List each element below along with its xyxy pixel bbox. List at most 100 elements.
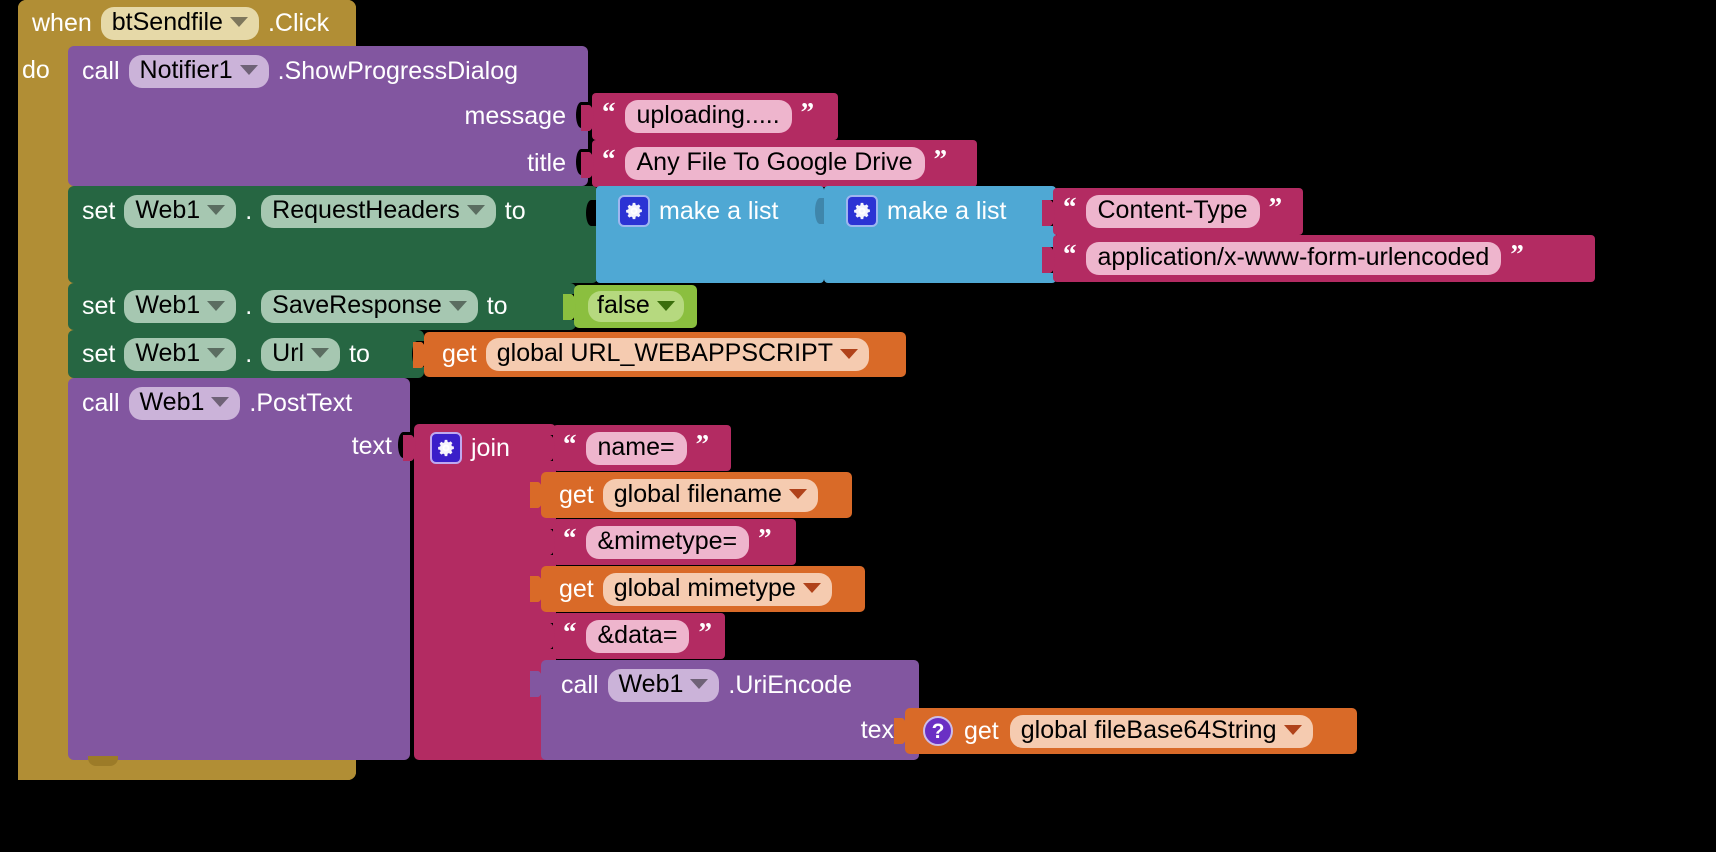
chevron-down-icon[interactable]: [207, 205, 226, 215]
make-a-list-inner-label: make a list: [887, 196, 1007, 225]
chevron-down-icon[interactable]: [207, 300, 226, 311]
set-component-dropdown[interactable]: Web1: [124, 337, 237, 371]
set-component-label: Web1: [135, 195, 201, 224]
question-mark-icon[interactable]: ?: [923, 716, 953, 746]
getter-block-url-webappscript[interactable]: get global URL_WEBAPPSCRIPT: [413, 332, 906, 377]
set-web1-save-response-block[interactable]: set Web1 . SaveResponse to: [68, 283, 577, 330]
set-component-dropdown[interactable]: Web1: [124, 290, 237, 323]
text-value-data-param[interactable]: &data=: [585, 619, 690, 653]
text-block-content-type-value[interactable]: “ application/x-www-form-urlencoded ”: [1042, 235, 1595, 282]
text-block-mimetype-param[interactable]: “ &mimetype= ”: [542, 519, 796, 565]
set-web1-request-headers-block[interactable]: set Web1 . RequestHeaders to: [68, 186, 599, 283]
event-component-label: btSendfile: [111, 7, 223, 36]
web1-post-text-block[interactable]: call Web1 .PostText text: [68, 378, 411, 760]
text-block-any-file-to-google-drive[interactable]: “ Any File To Google Drive ”: [581, 140, 977, 187]
plug-left: [530, 671, 543, 697]
chevron-down-icon[interactable]: [840, 348, 858, 359]
chevron-down-icon[interactable]: [466, 205, 485, 215]
set-property-dropdown[interactable]: RequestHeaders: [261, 194, 496, 228]
dot-separator: .: [245, 339, 253, 368]
dot-separator: .: [245, 292, 253, 320]
chevron-down-icon[interactable]: [229, 17, 248, 27]
text-value-title[interactable]: Any File To Google Drive: [624, 147, 925, 180]
chevron-down-icon[interactable]: [1283, 725, 1302, 735]
uri-encode-method-label: .UriEncode: [728, 670, 853, 699]
make-a-list-outer-row[interactable]: make a list: [596, 186, 824, 236]
post-text-call-header[interactable]: call Web1 .PostText: [68, 378, 410, 428]
getter-variable-dropdown[interactable]: global filename: [602, 478, 818, 512]
text-value-mimetype-param[interactable]: &mimetype=: [585, 525, 750, 559]
set-request-headers-row[interactable]: set Web1 . RequestHeaders to: [68, 186, 598, 236]
chevron-down-icon[interactable]: [656, 300, 675, 311]
chevron-down-icon[interactable]: [311, 348, 330, 358]
getter-variable-dropdown[interactable]: global URL_WEBAPPSCRIPT: [485, 338, 869, 371]
event-block-header[interactable]: when btSendfile .Click: [18, 0, 356, 46]
set-property-dropdown[interactable]: SaveResponse: [261, 290, 478, 323]
chevron-down-icon[interactable]: [690, 679, 709, 689]
open-quote-icon: “: [602, 97, 616, 127]
text-block-content-type[interactable]: “ Content-Type ”: [1042, 188, 1303, 235]
uri-encode-header-row[interactable]: call Web1 .UriEncode: [530, 660, 919, 710]
getter-variable-label: global URL_WEBAPPSCRIPT: [496, 339, 833, 367]
gear-icon[interactable]: [618, 195, 650, 227]
when-keyword: when: [32, 8, 92, 37]
plug-left: [581, 105, 594, 131]
getter-block-filename[interactable]: get global filename: [530, 472, 852, 518]
make-a-list-outer-block[interactable]: make a list: [596, 186, 825, 283]
chevron-down-icon[interactable]: [207, 348, 226, 358]
chevron-down-icon[interactable]: [788, 489, 807, 499]
make-a-list-inner-row[interactable]: make a list: [824, 186, 1056, 236]
set-web1-url-block[interactable]: set Web1 . Url to: [68, 330, 425, 378]
getter-block-mimetype[interactable]: get global mimetype: [530, 566, 865, 612]
plug-left: [581, 152, 594, 178]
getter-block-file-base64-string[interactable]: ? get global fileBase64String: [894, 708, 1357, 754]
text-block-data-param[interactable]: “ &data= ”: [542, 613, 725, 659]
gear-icon[interactable]: [430, 432, 462, 464]
set-component-dropdown[interactable]: Web1: [124, 194, 237, 228]
arg-label-message: message: [464, 102, 566, 130]
event-component-dropdown[interactable]: btSendfile: [100, 6, 259, 40]
set-property-dropdown[interactable]: Url: [261, 337, 341, 371]
chevron-down-icon[interactable]: [211, 397, 230, 407]
open-quote-icon: “: [563, 428, 577, 459]
close-quote-icon: ”: [800, 97, 815, 127]
blocks-canvas[interactable]: when btSendfile .Click do call Notifier1…: [0, 0, 1716, 852]
gear-icon[interactable]: [846, 195, 878, 227]
notifier-call-header[interactable]: call Notifier1 .ShowProgressDialog: [68, 46, 588, 96]
text-value-name-param[interactable]: name=: [585, 431, 687, 465]
notifier-component-label: Notifier1: [139, 55, 233, 84]
post-text-method-label: .PostText: [249, 388, 353, 417]
notifier-show-progress-dialog-block[interactable]: call Notifier1 .ShowProgressDialog messa…: [68, 46, 589, 186]
notifier-component-dropdown[interactable]: Notifier1: [128, 54, 269, 88]
uri-encode-component-label: Web1: [618, 669, 684, 698]
join-header-row[interactable]: join: [403, 424, 556, 472]
event-block-bottom-notch: [88, 756, 118, 766]
set-component-label: Web1: [135, 291, 201, 319]
set-url-row[interactable]: set Web1 . Url to: [68, 330, 424, 378]
chevron-down-icon[interactable]: [239, 65, 258, 75]
set-component-label: Web1: [135, 338, 201, 367]
text-value-uploading[interactable]: uploading.....: [624, 100, 792, 133]
getter-variable-label: global mimetype: [613, 573, 796, 602]
logic-false-block[interactable]: false: [563, 285, 697, 328]
logic-value-dropdown[interactable]: false: [588, 291, 684, 322]
text-value-urlencoded[interactable]: application/x-www-form-urlencoded: [1085, 242, 1502, 275]
getter-variable-dropdown[interactable]: global mimetype: [602, 572, 832, 606]
getter-variable-dropdown[interactable]: global fileBase64String: [1009, 714, 1313, 748]
uri-encode-component-dropdown[interactable]: Web1: [607, 668, 720, 702]
text-block-uploading[interactable]: “ uploading..... ”: [581, 93, 838, 140]
chevron-down-icon[interactable]: [802, 583, 821, 593]
open-quote-icon: “: [1063, 192, 1077, 222]
event-block-left-spine: [18, 46, 68, 780]
open-quote-icon: “: [563, 522, 577, 553]
chevron-down-icon[interactable]: [448, 300, 467, 311]
set-property-label: SaveResponse: [272, 291, 442, 319]
make-a-list-inner-block[interactable]: make a list: [824, 186, 1057, 283]
text-block-name-param[interactable]: “ name= ”: [542, 425, 731, 471]
set-save-response-row[interactable]: set Web1 . SaveResponse to: [68, 283, 576, 330]
web1-uri-encode-block[interactable]: call Web1 .UriEncode text: [530, 660, 920, 760]
set-property-label: RequestHeaders: [272, 195, 460, 224]
text-value-content-type[interactable]: Content-Type: [1085, 195, 1260, 228]
plug-left: [894, 718, 907, 744]
post-text-component-dropdown[interactable]: Web1: [128, 386, 241, 420]
